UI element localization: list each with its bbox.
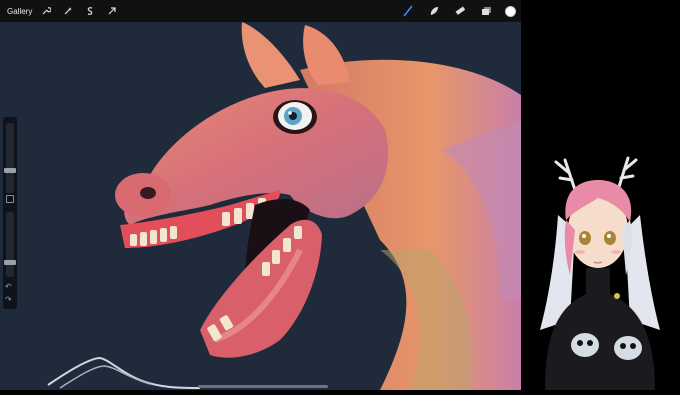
transform-arrow-icon[interactable] [106,5,118,17]
eraser-icon[interactable] [453,4,467,18]
undo-button[interactable]: ↶ [5,282,12,291]
top-toolbar: Gallery [0,0,521,22]
vtuber-avatar [540,156,660,390]
wrench-icon[interactable] [40,5,52,17]
magic-wand-icon[interactable] [62,5,74,17]
gallery-button[interactable]: Gallery [7,7,32,16]
home-indicator [198,385,328,388]
procreate-app: Gallery ↶ ↷ [0,0,521,390]
opacity-slider[interactable] [4,212,16,277]
modify-button[interactable] [6,195,14,203]
color-picker-button[interactable] [505,5,516,17]
horse-painting [47,22,521,390]
redo-button[interactable]: ↷ [5,295,12,304]
opacity-handle[interactable] [4,260,16,265]
brush-size-slider[interactable] [4,123,16,193]
smudge-icon[interactable] [427,4,441,18]
brush-size-handle[interactable] [4,168,16,173]
left-sidebar: ↶ ↷ [3,117,17,309]
right-toolbar [401,0,521,22]
selection-icon[interactable] [84,5,96,17]
drawing-canvas[interactable] [0,22,521,390]
layers-icon[interactable] [479,4,493,18]
vtuber-avatar-panel [521,0,680,390]
brush-icon[interactable] [401,4,415,18]
